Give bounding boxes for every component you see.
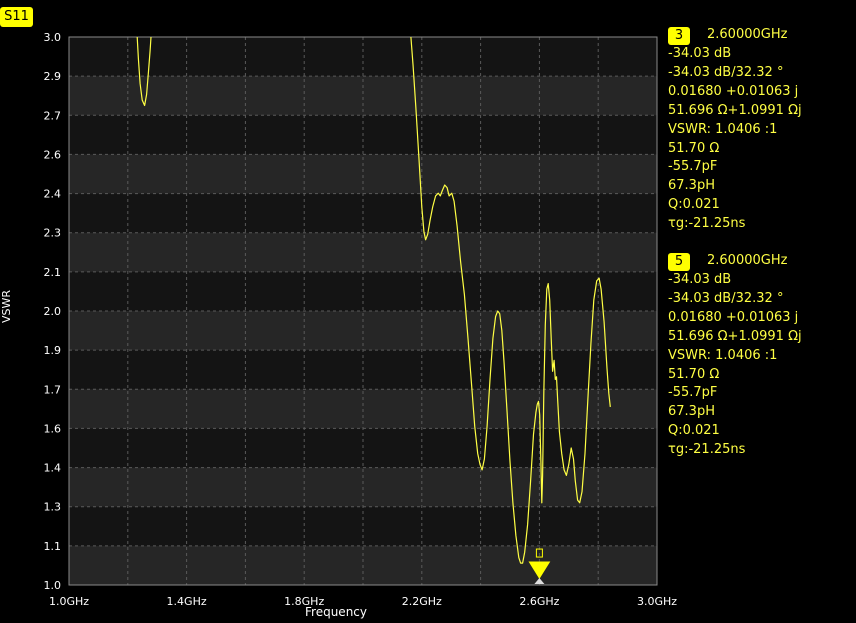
x-tick-label: 2.2GHz xyxy=(402,595,442,608)
y-tick-label: 1.4 xyxy=(44,462,62,475)
y-tick-labels: 1.0 1.1 1.3 1.4 1.6 1.7 1.9 2.0 2.1 2.3 2.4 2.6 2.7 2… xyxy=(44,31,62,592)
marker-5-line: 51.696 Ω+1.0991 Ωj xyxy=(668,328,802,344)
x-tick-label: 1.0GHz xyxy=(49,595,89,608)
marker-3-line: Q:0.021 xyxy=(668,197,720,213)
marker-3-frequency: 2.60000GHz xyxy=(707,27,788,43)
y-tick-label: 2.7 xyxy=(44,109,62,122)
marker-3-line: -34.03 dB xyxy=(668,46,732,61)
marker-3-line: VSWR: 1.0406 :1 xyxy=(668,121,778,137)
y-tick-label: 2.1 xyxy=(44,266,62,279)
marker-3-line: 51.696 Ω+1.0991 Ωj xyxy=(668,102,802,118)
marker-3-line: τg:-21.25ns xyxy=(668,216,746,232)
marker-3-line: 67.3pH xyxy=(668,178,715,194)
marker-5-line: Q:0.021 xyxy=(668,423,720,439)
marker-3-line: 0.01680 +0.01063 j xyxy=(668,83,799,99)
y-tick-label: 2.0 xyxy=(44,305,62,318)
marker-5-line: τg:-21.25ns xyxy=(668,442,746,458)
y-axis-label: VSWR xyxy=(0,289,14,324)
y-tick-label: 2.3 xyxy=(44,227,62,240)
trace-badge-s11[interactable]: S11 xyxy=(0,7,33,27)
x-tick-label: 1.4GHz xyxy=(167,595,207,608)
marker-5-badge[interactable]: 5 xyxy=(668,252,690,271)
y-tick-label: 2.6 xyxy=(44,148,62,161)
y-tick-label: 2.4 xyxy=(44,188,62,201)
marker-3-badge[interactable]: 3 xyxy=(668,26,690,45)
y-tick-label: 1.7 xyxy=(44,383,62,396)
marker-5-line: 51.70 Ω xyxy=(668,366,720,382)
marker-5-readout: 5 2.60000GHz -34.03 dB -34.03 dB/32.32 °… xyxy=(668,252,802,460)
marker-5-line: VSWR: 1.0406 :1 xyxy=(668,347,778,363)
marker-5-line: 0.01680 +0.01063 j xyxy=(668,309,799,325)
y-tick-label: 1.0 xyxy=(44,579,62,592)
marker-3-line: -55.7pF xyxy=(668,159,718,175)
marker-5-line: -55.7pF xyxy=(668,385,718,401)
marker-3-line: -34.03 dB/32.32 ° xyxy=(668,64,784,80)
marker-5-line: -34.03 dB/32.32 ° xyxy=(668,290,784,306)
y-tick-label: 1.1 xyxy=(44,540,62,553)
y-tick-label: 1.3 xyxy=(44,501,62,514)
marker-3-readout: 3 2.60000GHz -34.03 dB -34.03 dB/32.32 °… xyxy=(668,26,802,234)
marker-5-line: -34.03 dB xyxy=(668,272,732,287)
marker-3-line: 51.70 Ω xyxy=(668,140,720,156)
y-tick-label: 1.9 xyxy=(44,344,62,357)
y-tick-label: 1.6 xyxy=(44,422,62,435)
marker-5-line: 67.3pH xyxy=(668,404,715,420)
x-tick-label: 3.0GHz xyxy=(637,595,677,608)
y-tick-label: 3.0 xyxy=(44,31,62,44)
marker-5-frequency: 2.60000GHz xyxy=(707,253,788,269)
x-axis-label: Frequency xyxy=(305,605,367,619)
x-tick-label: 2.6GHz xyxy=(519,595,559,608)
y-tick-label: 2.9 xyxy=(44,70,62,83)
